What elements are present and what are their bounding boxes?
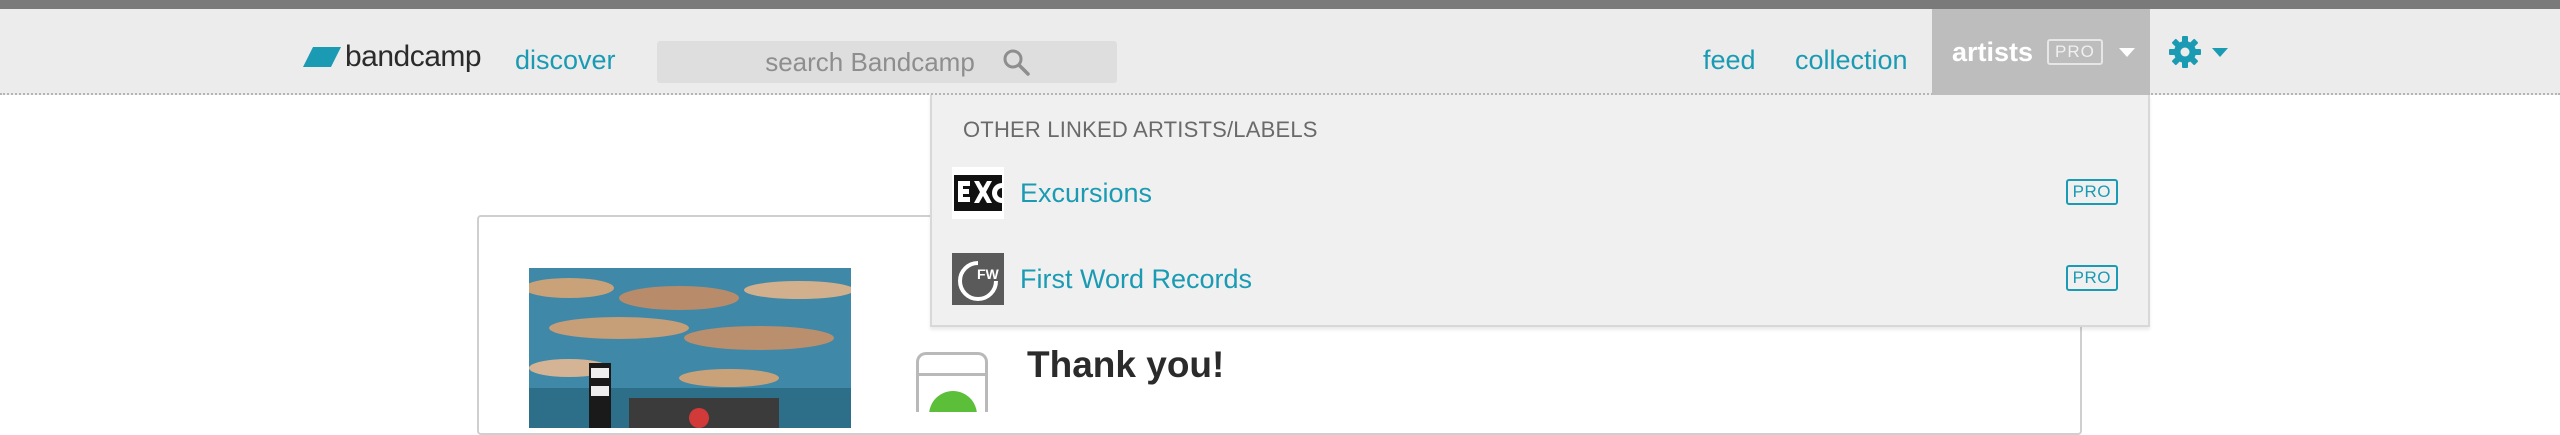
artists-label: artists [1952, 36, 2034, 67]
first-word-records-logo-icon: FW [952, 253, 1004, 305]
svg-text:FW: FW [977, 266, 1000, 282]
nav-discover[interactable]: discover [515, 45, 616, 76]
dropdown-item-first-word-records[interactable]: FW First Word Records PRO [952, 251, 2130, 307]
dropdown-item-label: Excursions [1020, 177, 1153, 208]
logo-text: bandcamp [345, 40, 482, 73]
gear-icon [2169, 36, 2201, 68]
search-icon[interactable] [1001, 47, 1031, 77]
dropdown-header: OTHER LINKED ARTISTS/LABELS [963, 117, 1318, 142]
search-box [657, 41, 1117, 83]
page-heading: Thank you! [1027, 344, 1225, 385]
artists-dropdown: OTHER LINKED ARTISTS/LABELS Excursions P… [930, 95, 2150, 327]
settings-menu[interactable] [2168, 34, 2228, 70]
excursions-logo-icon [952, 167, 1004, 219]
chevron-down-icon [2212, 47, 2228, 57]
artists-menu-tab[interactable]: artists PRO [1932, 9, 2150, 95]
nav-feed[interactable]: feed [1703, 45, 1756, 76]
bandcamp-logo[interactable]: bandcamp [303, 37, 482, 77]
pro-badge: PRO [2047, 39, 2103, 65]
bandcamp-logo-icon [303, 47, 341, 67]
dropdown-item-label: First Word Records [1020, 263, 1253, 294]
nav-collection[interactable]: collection [1795, 45, 1908, 76]
confirmation-icon [916, 352, 988, 412]
chevron-down-icon [2118, 47, 2135, 57]
pro-badge: PRO [2065, 265, 2118, 291]
search-input[interactable] [743, 45, 997, 79]
pro-badge: PRO [2065, 179, 2118, 205]
album-art [529, 268, 851, 428]
top-stripe [0, 0, 2560, 9]
dropdown-item-excursions[interactable]: Excursions PRO [952, 165, 2130, 221]
album-art-image [529, 268, 851, 428]
